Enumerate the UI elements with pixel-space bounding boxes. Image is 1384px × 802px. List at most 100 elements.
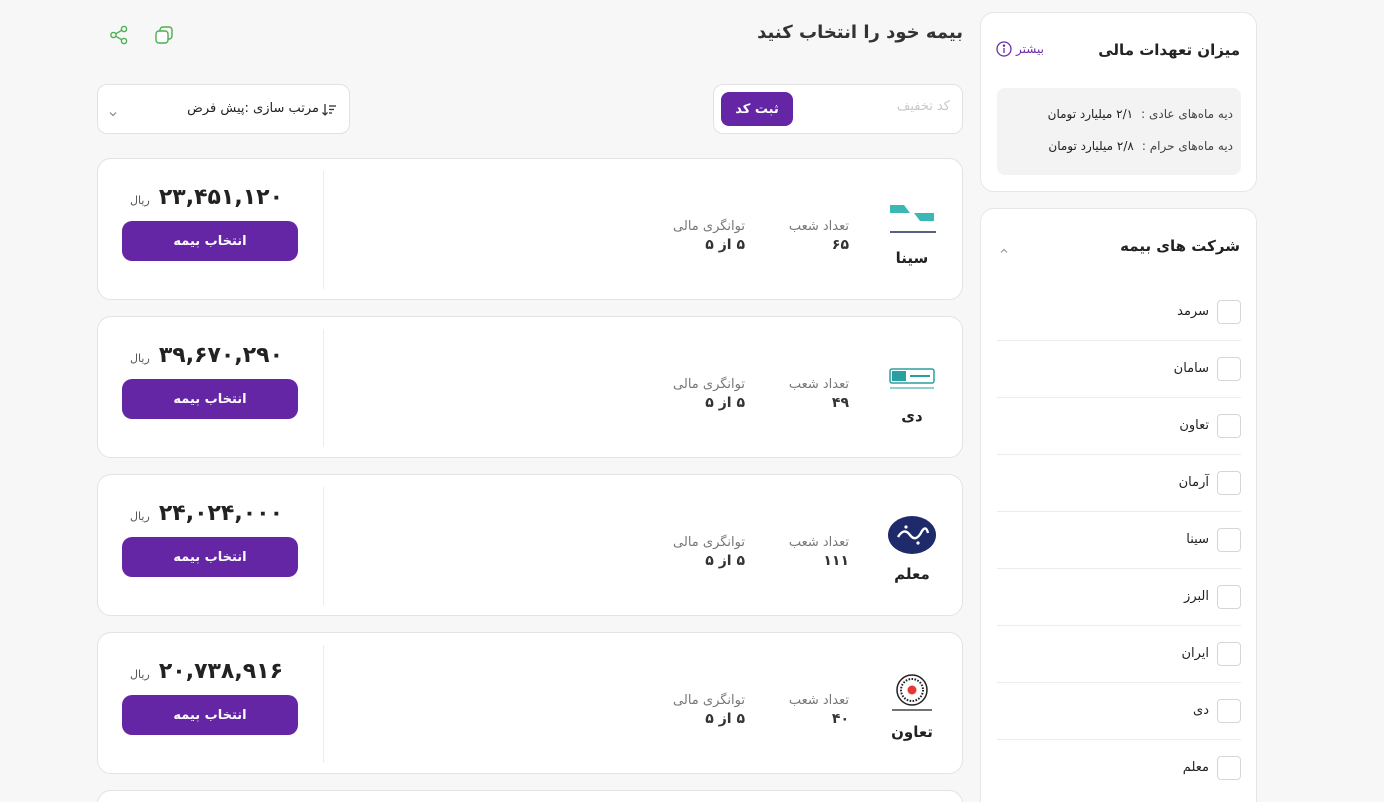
finance-value: ۵ از ۵ bbox=[705, 237, 745, 253]
price-amount: ۲۴,۰۲۴,۰۰۰ bbox=[158, 501, 283, 526]
commitments-title: میزان تعهدات مالی bbox=[1098, 41, 1240, 59]
commitment-label: دیه ماه‌های عادی : bbox=[1141, 107, 1233, 121]
checkbox[interactable] bbox=[1217, 528, 1241, 552]
branches-value: ۶۵ bbox=[831, 237, 849, 253]
share-icon[interactable] bbox=[108, 24, 130, 46]
price: ۲۳,۴۵۱,۱۲۰ ریال bbox=[130, 185, 283, 210]
info-icon bbox=[996, 41, 1012, 57]
discount-code-box: ثبت کد bbox=[713, 84, 963, 134]
company-filter-label: سرمد bbox=[1177, 304, 1209, 319]
price-currency: ریال bbox=[130, 510, 150, 523]
company-name: تعاون bbox=[891, 723, 933, 741]
company-filter-label: تعاون bbox=[1179, 418, 1209, 433]
companies-title: شرکت های بیمه bbox=[1120, 237, 1240, 255]
taavon-logo-icon bbox=[884, 673, 940, 713]
checkbox[interactable] bbox=[1217, 699, 1241, 723]
branches-label: تعداد شعب bbox=[788, 535, 849, 550]
insurance-offer-card bbox=[97, 790, 963, 802]
price-amount: ۲۰,۷۳۸,۹۱۶ bbox=[158, 659, 283, 684]
select-insurance-button[interactable]: انتخاب بیمه bbox=[122, 221, 298, 261]
checkbox[interactable] bbox=[1217, 414, 1241, 438]
submit-discount-button[interactable]: ثبت کد bbox=[721, 92, 793, 126]
divider bbox=[323, 645, 324, 763]
price-currency: ریال bbox=[130, 668, 150, 681]
finance-label: توانگری مالی bbox=[673, 693, 745, 708]
company-filter-item[interactable]: آرمان bbox=[997, 455, 1241, 512]
company-filter-item[interactable]: سرمد bbox=[997, 284, 1241, 341]
day-logo-icon bbox=[884, 357, 940, 397]
checkbox[interactable] bbox=[1217, 357, 1241, 381]
company-filter-label: آرمان bbox=[1178, 475, 1209, 490]
company-name: دی bbox=[901, 407, 923, 425]
company-filter-item[interactable]: البرز bbox=[997, 569, 1241, 626]
price: ۲۰,۷۳۸,۹۱۶ ریال bbox=[130, 659, 283, 684]
select-insurance-button[interactable]: انتخاب بیمه bbox=[122, 379, 298, 419]
branches-stat: تعداد شعب ۱۱۱ bbox=[789, 535, 849, 569]
finance-stat: توانگری مالی ۵ از ۵ bbox=[673, 219, 745, 253]
company-filter-item[interactable]: ایران bbox=[997, 626, 1241, 683]
more-link[interactable]: بیشتر bbox=[996, 41, 1044, 57]
checkbox[interactable] bbox=[1217, 585, 1241, 609]
finance-stat: توانگری مالی ۵ از ۵ bbox=[673, 693, 745, 727]
insurance-offer-card: تعاون تعداد شعب ۴۰ توانگری مالی ۵ از ۵ ۲… bbox=[97, 632, 963, 774]
divider bbox=[323, 487, 324, 605]
branches-label: تعداد شعب bbox=[788, 219, 849, 234]
more-label: بیشتر bbox=[1016, 42, 1044, 56]
insurance-companies-filter: شرکت های بیمه سرمد سامان تعاون آرمان سین… bbox=[980, 208, 1257, 802]
company-name: سینا bbox=[895, 249, 929, 267]
sina-logo-icon bbox=[884, 199, 940, 239]
price-currency: ریال bbox=[130, 352, 150, 365]
commitments-box: دیه ماه‌های عادی : ۲/۱ میلیارد تومان دیه … bbox=[997, 88, 1241, 175]
discount-code-input[interactable] bbox=[800, 99, 950, 114]
financial-commitments-card: میزان تعهدات مالی بیشتر دیه ماه‌های عادی… bbox=[980, 12, 1257, 192]
branches-stat: تعداد شعب ۴۰ bbox=[789, 693, 849, 727]
finance-value: ۵ از ۵ bbox=[705, 395, 745, 411]
finance-value: ۵ از ۵ bbox=[705, 553, 745, 569]
checkbox[interactable] bbox=[1217, 471, 1241, 495]
commitment-row: دیه ماه‌های عادی : ۲/۱ میلیارد تومان bbox=[1048, 107, 1233, 121]
sort-label: مرتب سازی :پیش فرض bbox=[187, 101, 319, 116]
company-filter-item[interactable]: معلم bbox=[997, 740, 1241, 797]
chevron-up-icon[interactable] bbox=[999, 241, 1009, 253]
company-filter-label: ایران bbox=[1181, 646, 1209, 661]
price: ۲۴,۰۲۴,۰۰۰ ریال bbox=[130, 501, 283, 526]
checkbox[interactable] bbox=[1217, 756, 1241, 780]
moallem-logo-icon bbox=[884, 515, 940, 555]
company-filter-label: البرز bbox=[1184, 589, 1209, 604]
divider bbox=[323, 171, 324, 289]
price: ۳۹,۶۷۰,۲۹۰ ریال bbox=[130, 343, 283, 368]
company-filter-label: معلم bbox=[1182, 760, 1209, 775]
commitment-value: ۲/۱ میلیارد تومان bbox=[1047, 107, 1134, 121]
checkbox[interactable] bbox=[1217, 300, 1241, 324]
insurance-offer-card: دی تعداد شعب ۴۹ توانگری مالی ۵ از ۵ ۳۹,۶… bbox=[97, 316, 963, 458]
select-insurance-button[interactable]: انتخاب بیمه bbox=[122, 537, 298, 577]
company-filter-item[interactable]: سینا bbox=[997, 512, 1241, 569]
branches-value: ۴۹ bbox=[831, 395, 849, 411]
price-amount: ۳۹,۶۷۰,۲۹۰ bbox=[158, 343, 283, 368]
company-filter-label: سینا bbox=[1186, 532, 1209, 547]
company-name: معلم bbox=[894, 565, 930, 583]
finance-label: توانگری مالی bbox=[673, 377, 745, 392]
branches-label: تعداد شعب bbox=[788, 377, 849, 392]
page-title: بیمه خود را انتخاب کنید bbox=[757, 22, 963, 43]
branches-label: تعداد شعب bbox=[788, 693, 849, 708]
price-amount: ۲۳,۴۵۱,۱۲۰ bbox=[158, 185, 283, 210]
commitment-value: ۲/۸ میلیارد تومان bbox=[1048, 139, 1134, 153]
company-filter-label: دی bbox=[1193, 703, 1209, 718]
sort-dropdown[interactable]: مرتب سازی :پیش فرض bbox=[97, 84, 350, 134]
price-currency: ریال bbox=[130, 194, 150, 207]
finance-label: توانگری مالی bbox=[673, 219, 745, 234]
checkbox[interactable] bbox=[1217, 642, 1241, 666]
company-filter-item[interactable]: تعاون bbox=[997, 398, 1241, 455]
chevron-down-icon bbox=[108, 104, 118, 117]
company-filter-label: سامان bbox=[1173, 361, 1209, 376]
company-filter-item[interactable]: سامان bbox=[997, 341, 1241, 398]
select-insurance-button[interactable]: انتخاب بیمه bbox=[122, 695, 298, 735]
finance-stat: توانگری مالی ۵ از ۵ bbox=[673, 535, 745, 569]
divider bbox=[323, 329, 324, 447]
sort-icon bbox=[321, 102, 337, 118]
insurance-offer-card: سینا تعداد شعب ۶۵ توانگری مالی ۵ از ۵ ۲۳… bbox=[97, 158, 963, 300]
insurance-offer-card: معلم تعداد شعب ۱۱۱ توانگری مالی ۵ از ۵ ۲… bbox=[97, 474, 963, 616]
company-filter-item[interactable]: دی bbox=[997, 683, 1241, 740]
copy-icon[interactable] bbox=[153, 24, 175, 46]
